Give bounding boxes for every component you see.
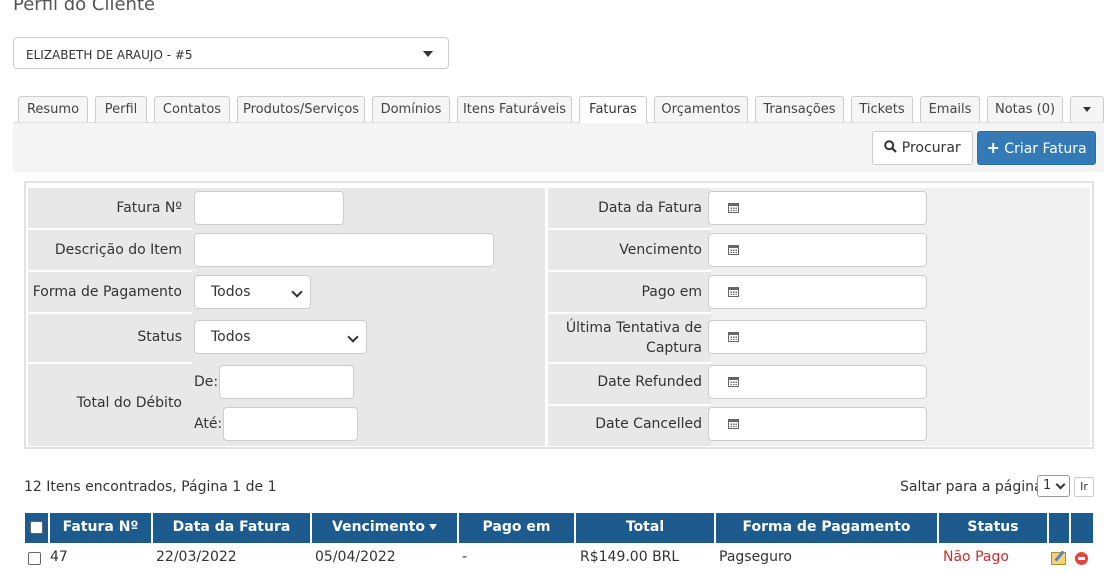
search-icon xyxy=(884,140,898,153)
invoice-date-label: Data da Fatura xyxy=(598,200,702,216)
last-capture-label-line2: Captura xyxy=(646,340,702,356)
paid-on-label: Pago em xyxy=(641,284,702,300)
caret-down-icon xyxy=(1083,107,1091,112)
column-header-total[interactable]: Total xyxy=(576,513,714,543)
date-cancelled-input[interactable] xyxy=(708,407,927,441)
calendar-icon xyxy=(728,287,739,297)
column-header-delete xyxy=(1071,513,1093,543)
item-description-label: Descrição do Item xyxy=(54,242,182,258)
due-date-header-label: Vencimento xyxy=(332,519,425,535)
column-header-invoice-date[interactable]: Data da Fatura xyxy=(153,513,310,543)
calendar-icon xyxy=(728,203,739,213)
payment-method-select[interactable]: Todos xyxy=(194,275,311,309)
column-header-edit xyxy=(1049,513,1069,543)
row-paid-on: - xyxy=(462,549,468,565)
select-all-header xyxy=(25,513,48,543)
payment-method-label: Forma de Pagamento xyxy=(32,284,182,300)
date-refunded-input[interactable] xyxy=(708,365,927,399)
date-cancelled-label: Date Cancelled xyxy=(595,416,702,432)
chevron-down-icon xyxy=(1055,479,1066,490)
jump-to-page-select[interactable]: 1 xyxy=(1037,475,1070,497)
total-due-from-input[interactable] xyxy=(219,365,354,399)
total-due-from-label: De: xyxy=(194,374,219,390)
search-button[interactable]: Procurar xyxy=(872,131,973,165)
total-due-label: Total do Débito xyxy=(76,395,182,411)
results-count: 12 Itens encontrados, Página 1 de 1 xyxy=(24,479,277,495)
status-value: Todos xyxy=(211,329,251,345)
column-header-invoice-number[interactable]: Fatura Nº xyxy=(50,513,151,543)
tabs-more-dropdown[interactable] xyxy=(1070,96,1104,122)
client-selector-value: ELIZABETH DE ARAUJO - #5 xyxy=(26,48,193,62)
chevron-down-icon xyxy=(347,331,359,343)
last-capture-label-line1: Última Tentativa de xyxy=(565,320,702,336)
client-selector[interactable]: ELIZABETH DE ARAUJO - #5 xyxy=(13,37,449,69)
tab-faturas[interactable]: Faturas xyxy=(579,96,647,123)
row-status-badge: Não Pago xyxy=(943,549,1009,565)
status-label: Status xyxy=(137,329,182,345)
column-header-status[interactable]: Status xyxy=(939,513,1047,543)
plus-icon: + xyxy=(986,138,1000,157)
tab-emails[interactable]: Emails xyxy=(920,96,980,122)
column-header-paid-on[interactable]: Pago em xyxy=(459,513,574,543)
create-invoice-button[interactable]: + Criar Fatura xyxy=(977,131,1096,165)
search-button-label: Procurar xyxy=(901,140,961,156)
calendar-icon xyxy=(728,332,739,342)
invoice-number-input[interactable] xyxy=(194,191,344,225)
calendar-icon xyxy=(728,419,739,429)
row-due-date: 05/04/2022 xyxy=(315,549,396,565)
go-button[interactable]: Ir xyxy=(1074,477,1094,497)
invoice-date-input[interactable] xyxy=(708,191,927,225)
tab-contatos[interactable]: Contatos xyxy=(154,96,230,122)
total-due-to-input[interactable] xyxy=(223,407,358,441)
tab-resumo[interactable]: Resumo xyxy=(18,96,88,122)
total-due-to-label: Até: xyxy=(194,416,223,432)
column-header-payment-method[interactable]: Forma de Pagamento xyxy=(716,513,937,543)
due-date-label: Vencimento xyxy=(619,242,702,258)
jump-to-page-value: 1 xyxy=(1043,478,1052,493)
tab-orcamentos[interactable]: Orçamentos xyxy=(654,96,748,122)
sort-desc-icon xyxy=(429,524,437,530)
jump-to-page-label: Saltar para a página: xyxy=(900,479,1048,495)
payment-method-value: Todos xyxy=(211,284,251,300)
due-date-input[interactable] xyxy=(708,233,927,267)
delete-icon[interactable] xyxy=(1075,552,1088,565)
calendar-icon xyxy=(728,245,739,255)
chevron-down-icon xyxy=(291,286,303,298)
status-select[interactable]: Todos xyxy=(194,320,367,354)
tab-itens-faturaveis[interactable]: Itens Faturáveis xyxy=(457,96,572,122)
tab-tickets[interactable]: Tickets xyxy=(851,96,913,122)
edit-icon[interactable] xyxy=(1051,552,1066,565)
column-header-due-date[interactable]: Vencimento xyxy=(312,513,457,543)
select-all-checkbox[interactable] xyxy=(30,521,43,534)
filter-panel: Fatura Nº Descrição do Item Forma de Pag… xyxy=(24,181,1094,449)
last-capture-label: Última Tentativa de Captura xyxy=(566,318,702,358)
calendar-icon xyxy=(728,377,739,387)
tab-dominios[interactable]: Domínios xyxy=(372,96,450,122)
page-title: Perfil do Cliente xyxy=(13,0,156,15)
date-refunded-label: Date Refunded xyxy=(597,374,702,390)
paid-on-input[interactable] xyxy=(708,275,927,309)
row-payment-method: Pagseguro xyxy=(719,549,792,565)
row-invoice-date: 22/03/2022 xyxy=(156,549,237,565)
item-description-input[interactable] xyxy=(194,233,494,267)
row-invoice-number[interactable]: 47 xyxy=(50,549,68,565)
caret-down-icon xyxy=(423,51,433,57)
tab-produtos-servicos[interactable]: Produtos/Serviços xyxy=(237,96,365,122)
tab-perfil[interactable]: Perfil xyxy=(95,96,147,122)
create-invoice-label: Criar Fatura xyxy=(1004,141,1087,157)
row-checkbox[interactable] xyxy=(28,552,41,565)
row-total: R$149.00 BRL xyxy=(580,549,680,565)
invoice-number-label: Fatura Nº xyxy=(116,200,182,216)
tab-transacoes[interactable]: Transações xyxy=(755,96,844,122)
last-capture-input[interactable] xyxy=(708,320,927,354)
tab-notas[interactable]: Notas (0) xyxy=(987,96,1063,122)
